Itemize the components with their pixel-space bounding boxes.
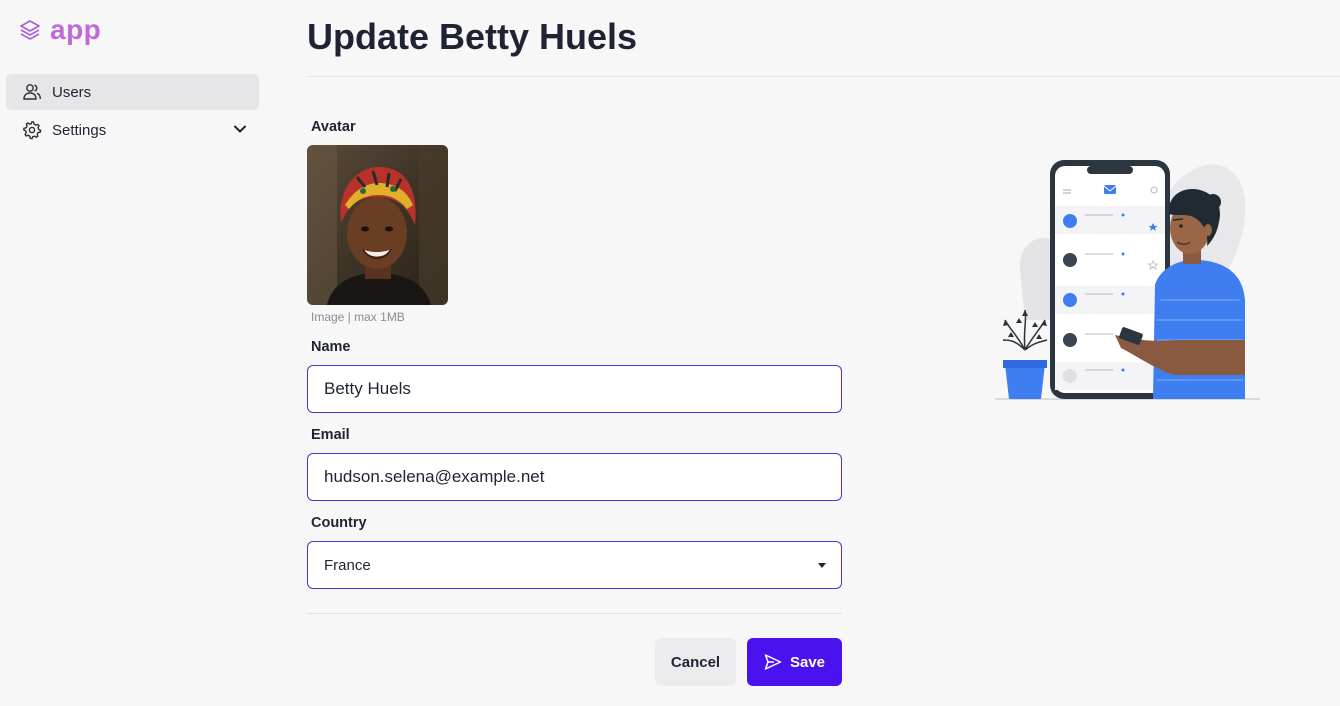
sidebar-item-label: Users (52, 83, 92, 101)
avatar-image[interactable] (307, 145, 448, 305)
sidebar-item-settings[interactable]: Settings (6, 112, 259, 148)
sidebar-item-users[interactable]: Users (6, 74, 259, 110)
email-field[interactable] (307, 453, 842, 501)
form-divider (307, 613, 842, 614)
layers-icon (18, 18, 42, 42)
sidebar-item-label: Settings (52, 121, 107, 139)
avatar-hint: Image | max 1MB (311, 310, 405, 324)
send-icon (764, 653, 782, 671)
gear-icon (22, 120, 42, 140)
save-button-label: Save (789, 653, 826, 671)
name-label: Name (311, 339, 351, 355)
mobile-messaging-illustration (995, 150, 1265, 405)
email-label: Email (311, 427, 350, 443)
users-icon (22, 82, 42, 102)
sidebar: app Users Settings (0, 0, 270, 706)
cancel-button[interactable]: Cancel (655, 638, 736, 686)
country-label: Country (311, 515, 367, 531)
chevron-down-icon[interactable] (233, 122, 247, 136)
country-select[interactable]: France (307, 541, 842, 589)
caret-down-icon (818, 563, 826, 568)
save-button[interactable]: Save (747, 638, 842, 686)
name-field[interactable] (307, 365, 842, 413)
cancel-button-label: Cancel (670, 653, 721, 671)
avatar-label: Avatar (311, 119, 356, 135)
app-logo[interactable]: app (18, 14, 101, 46)
page-title: Update Betty Huels (307, 16, 638, 57)
app-logo-text: app (50, 14, 102, 45)
title-divider (307, 76, 1340, 77)
country-select-value: France (324, 556, 371, 574)
